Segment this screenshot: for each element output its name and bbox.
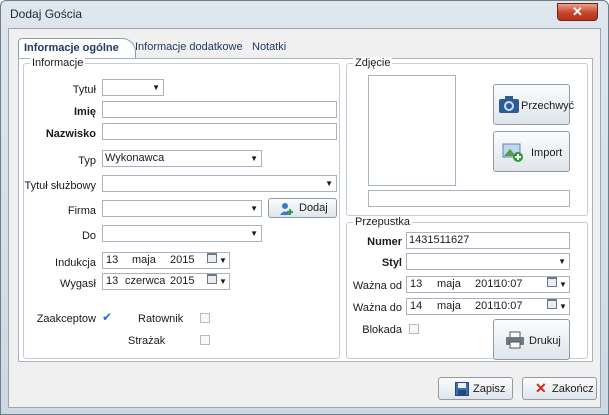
dialog-client-area: Informacje ogólne Informacje dodatkowe N…: [8, 28, 601, 408]
info-group: Informacje Tytuł ▼ Imię Nazwisko Typ Wyk…: [23, 57, 340, 359]
nazwisko-label: Nazwisko: [45, 128, 96, 140]
photo-group: Zdjęcie Przechwyć Import: [346, 57, 588, 216]
close-icon: ✕: [535, 380, 547, 396]
numer-label: Numer: [367, 236, 402, 248]
add-user-icon: [280, 203, 293, 215]
wazna-od-label: Ważna od: [352, 280, 402, 292]
title-bar[interactable]: Dodaj Gościa ✕: [1, 1, 608, 27]
import-button[interactable]: Import: [493, 131, 570, 172]
save-button[interactable]: Zapisz: [438, 377, 513, 400]
ratownik-label: Ratownik: [138, 313, 184, 325]
chevron-down-icon: ▼: [250, 229, 258, 238]
chevron-down-icon: ▼: [558, 257, 566, 266]
tytul-select[interactable]: ▼: [102, 79, 164, 96]
calendar-icon: [207, 274, 217, 284]
blokada-checkbox[interactable]: [409, 324, 419, 334]
chevron-down-icon: ▼: [250, 204, 258, 213]
window-close-button[interactable]: ✕: [557, 3, 598, 21]
do-select[interactable]: ▼: [102, 225, 262, 242]
dodaj-button[interactable]: Dodaj: [268, 198, 337, 218]
close-icon: ✕: [572, 4, 583, 19]
ratownik-checkbox[interactable]: [200, 313, 210, 323]
camera-icon: [499, 96, 519, 113]
wazna-do-label: Ważna do: [352, 302, 402, 314]
photo-preview: [368, 75, 456, 186]
calendar-icon: [547, 299, 557, 309]
printer-icon: [506, 331, 524, 349]
info-legend: Informacje: [30, 57, 86, 69]
strazak-label: Strażak: [128, 335, 166, 347]
tab-panel: Informacje Tytuł ▼ Imię Nazwisko Typ Wyk…: [18, 57, 593, 362]
pass-legend: Przepustka: [353, 216, 413, 228]
tytul-sluzbowy-select[interactable]: ▼: [102, 175, 337, 192]
do-label: Do: [81, 230, 96, 242]
photo-legend: Zdjęcie: [353, 57, 393, 69]
indukcja-date-picker[interactable]: 13 maja 2015 ▼: [102, 252, 230, 269]
wazna-od-date-picker[interactable]: 13 maja 201! 10:07 ▼: [406, 276, 570, 293]
close-button[interactable]: ✕ Zakończ: [522, 377, 597, 400]
indukcja-label: Indukcja: [55, 257, 96, 269]
blokada-label: Blokada: [362, 324, 402, 336]
nazwisko-input[interactable]: [102, 123, 337, 140]
tytul-label: Tytuł: [72, 84, 96, 96]
wygasl-label: Wygasł: [60, 278, 96, 290]
chevron-down-icon: ▼: [250, 154, 258, 163]
styl-label: Styl: [381, 257, 402, 269]
styl-select[interactable]: ▼: [406, 253, 570, 270]
chevron-down-icon: ▼: [559, 302, 567, 311]
tab-informacje-dodatkowe[interactable]: Informacje dodatkowe: [135, 38, 243, 58]
imie-input[interactable]: [102, 101, 337, 118]
chevron-down-icon: ▼: [219, 277, 227, 286]
dialog-window: Dodaj Gościa ✕ Informacje ogólne Informa…: [0, 0, 609, 415]
imie-label: Imię: [73, 106, 96, 118]
calendar-icon: [207, 253, 217, 263]
zaakceptow-checkbox[interactable]: ✔: [102, 310, 112, 324]
tab-notatki[interactable]: Notatki: [252, 38, 286, 58]
capture-button[interactable]: Przechwyć: [493, 84, 574, 125]
firma-select[interactable]: ▼: [102, 200, 262, 217]
wazna-do-date-picker[interactable]: 14 maja 201! 10:07 ▼: [406, 298, 570, 315]
numer-input[interactable]: 1431511627: [406, 232, 570, 249]
firma-label: Firma: [67, 205, 96, 217]
save-icon: [455, 382, 469, 396]
window-title: Dodaj Gościa: [10, 7, 83, 21]
tytul-sluzbowy-label: Tytuł służbowy: [24, 180, 96, 192]
wygasl-date-picker[interactable]: 13 czerwca 2015 ▼: [102, 273, 230, 290]
chevron-down-icon: ▼: [152, 83, 160, 92]
print-button[interactable]: Drukuj: [493, 319, 570, 360]
chevron-down-icon: ▼: [219, 256, 227, 265]
photo-caption-field[interactable]: [368, 190, 570, 207]
zaakceptow-label: Zaakceptow: [36, 313, 96, 325]
strazak-checkbox[interactable]: [200, 335, 210, 345]
chevron-down-icon: ▼: [325, 179, 333, 188]
chevron-down-icon: ▼: [559, 280, 567, 289]
typ-select[interactable]: Wykonawca ▼: [102, 150, 262, 167]
import-image-icon: [502, 143, 523, 162]
typ-label: Typ: [78, 155, 96, 167]
tab-informacje-ogolne[interactable]: Informacje ogólne: [18, 38, 136, 59]
calendar-icon: [547, 277, 557, 287]
pass-group: Przepustka Numer 1431511627 Styl ▼ Ważna…: [346, 216, 588, 360]
